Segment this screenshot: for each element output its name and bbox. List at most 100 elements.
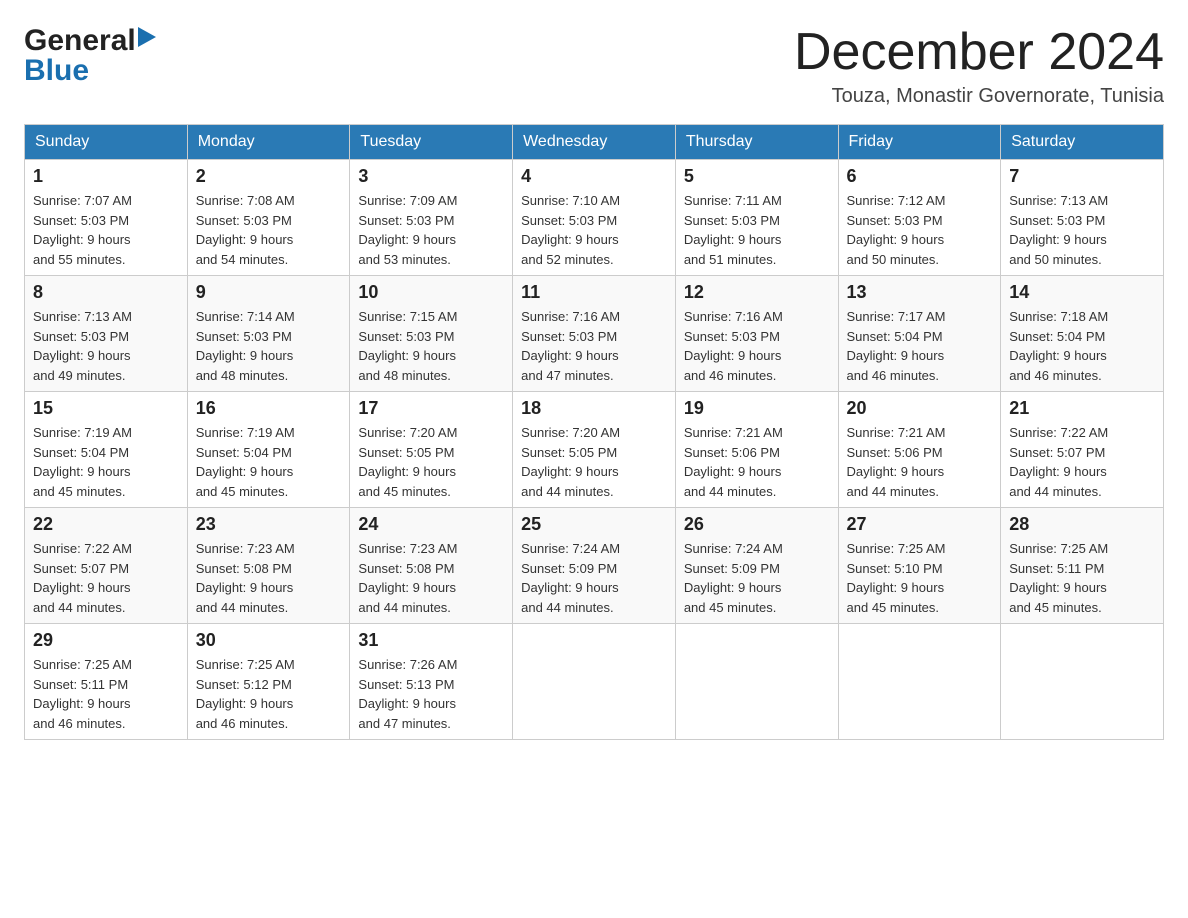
calendar-cell: 24 Sunrise: 7:23 AM Sunset: 5:08 PM Dayl… <box>350 508 513 624</box>
day-info: Sunrise: 7:20 AM Sunset: 5:05 PM Dayligh… <box>521 425 620 499</box>
day-info: Sunrise: 7:13 AM Sunset: 5:03 PM Dayligh… <box>33 309 132 383</box>
day-info: Sunrise: 7:25 AM Sunset: 5:11 PM Dayligh… <box>1009 541 1108 615</box>
day-number: 26 <box>684 514 830 535</box>
day-info: Sunrise: 7:10 AM Sunset: 5:03 PM Dayligh… <box>521 193 620 267</box>
weekday-header-saturday: Saturday <box>1001 125 1164 160</box>
day-number: 27 <box>847 514 993 535</box>
day-info: Sunrise: 7:26 AM Sunset: 5:13 PM Dayligh… <box>358 657 457 731</box>
day-number: 25 <box>521 514 667 535</box>
calendar-cell <box>838 624 1001 740</box>
calendar-cell: 7 Sunrise: 7:13 AM Sunset: 5:03 PM Dayli… <box>1001 160 1164 276</box>
logo-general-text: General <box>24 24 136 58</box>
calendar-cell: 19 Sunrise: 7:21 AM Sunset: 5:06 PM Dayl… <box>675 392 838 508</box>
day-info: Sunrise: 7:16 AM Sunset: 5:03 PM Dayligh… <box>684 309 783 383</box>
day-number: 24 <box>358 514 504 535</box>
logo: General Blue <box>24 24 156 88</box>
day-number: 30 <box>196 630 342 651</box>
calendar-cell: 5 Sunrise: 7:11 AM Sunset: 5:03 PM Dayli… <box>675 160 838 276</box>
calendar-cell: 25 Sunrise: 7:24 AM Sunset: 5:09 PM Dayl… <box>513 508 676 624</box>
calendar-cell: 23 Sunrise: 7:23 AM Sunset: 5:08 PM Dayl… <box>187 508 350 624</box>
day-number: 17 <box>358 398 504 419</box>
weekday-header-friday: Friday <box>838 125 1001 160</box>
calendar-cell: 13 Sunrise: 7:17 AM Sunset: 5:04 PM Dayl… <box>838 276 1001 392</box>
calendar-cell: 29 Sunrise: 7:25 AM Sunset: 5:11 PM Dayl… <box>25 624 188 740</box>
day-info: Sunrise: 7:14 AM Sunset: 5:03 PM Dayligh… <box>196 309 295 383</box>
day-number: 1 <box>33 166 179 187</box>
day-info: Sunrise: 7:25 AM Sunset: 5:10 PM Dayligh… <box>847 541 946 615</box>
day-number: 16 <box>196 398 342 419</box>
calendar-cell: 4 Sunrise: 7:10 AM Sunset: 5:03 PM Dayli… <box>513 160 676 276</box>
day-info: Sunrise: 7:23 AM Sunset: 5:08 PM Dayligh… <box>196 541 295 615</box>
day-number: 19 <box>684 398 830 419</box>
day-info: Sunrise: 7:08 AM Sunset: 5:03 PM Dayligh… <box>196 193 295 267</box>
day-number: 22 <box>33 514 179 535</box>
calendar-week-4: 22 Sunrise: 7:22 AM Sunset: 5:07 PM Dayl… <box>25 508 1164 624</box>
calendar-cell <box>513 624 676 740</box>
calendar-cell: 17 Sunrise: 7:20 AM Sunset: 5:05 PM Dayl… <box>350 392 513 508</box>
day-number: 20 <box>847 398 993 419</box>
day-number: 2 <box>196 166 342 187</box>
calendar-cell: 8 Sunrise: 7:13 AM Sunset: 5:03 PM Dayli… <box>25 276 188 392</box>
day-info: Sunrise: 7:24 AM Sunset: 5:09 PM Dayligh… <box>521 541 620 615</box>
calendar-cell: 16 Sunrise: 7:19 AM Sunset: 5:04 PM Dayl… <box>187 392 350 508</box>
logo-arrow-icon <box>138 27 156 52</box>
calendar-cell: 26 Sunrise: 7:24 AM Sunset: 5:09 PM Dayl… <box>675 508 838 624</box>
calendar-cell: 15 Sunrise: 7:19 AM Sunset: 5:04 PM Dayl… <box>25 392 188 508</box>
calendar-header-row: SundayMondayTuesdayWednesdayThursdayFrid… <box>25 125 1164 160</box>
day-info: Sunrise: 7:25 AM Sunset: 5:12 PM Dayligh… <box>196 657 295 731</box>
calendar-body: 1 Sunrise: 7:07 AM Sunset: 5:03 PM Dayli… <box>25 160 1164 740</box>
weekday-header-monday: Monday <box>187 125 350 160</box>
month-title: December 2024 <box>794 24 1164 81</box>
day-info: Sunrise: 7:09 AM Sunset: 5:03 PM Dayligh… <box>358 193 457 267</box>
day-info: Sunrise: 7:07 AM Sunset: 5:03 PM Dayligh… <box>33 193 132 267</box>
day-info: Sunrise: 7:24 AM Sunset: 5:09 PM Dayligh… <box>684 541 783 615</box>
location-title: Touza, Monastir Governorate, Tunisia <box>794 85 1164 108</box>
day-number: 31 <box>358 630 504 651</box>
day-number: 14 <box>1009 282 1155 303</box>
day-number: 28 <box>1009 514 1155 535</box>
day-number: 13 <box>847 282 993 303</box>
calendar-cell: 18 Sunrise: 7:20 AM Sunset: 5:05 PM Dayl… <box>513 392 676 508</box>
calendar-week-2: 8 Sunrise: 7:13 AM Sunset: 5:03 PM Dayli… <box>25 276 1164 392</box>
calendar-cell: 6 Sunrise: 7:12 AM Sunset: 5:03 PM Dayli… <box>838 160 1001 276</box>
page-header: General Blue December 2024 Touza, Monast… <box>24 24 1164 108</box>
day-info: Sunrise: 7:16 AM Sunset: 5:03 PM Dayligh… <box>521 309 620 383</box>
day-info: Sunrise: 7:20 AM Sunset: 5:05 PM Dayligh… <box>358 425 457 499</box>
day-number: 6 <box>847 166 993 187</box>
logo-blue-text: Blue <box>24 54 89 88</box>
day-info: Sunrise: 7:13 AM Sunset: 5:03 PM Dayligh… <box>1009 193 1108 267</box>
calendar-week-1: 1 Sunrise: 7:07 AM Sunset: 5:03 PM Dayli… <box>25 160 1164 276</box>
day-number: 18 <box>521 398 667 419</box>
day-info: Sunrise: 7:19 AM Sunset: 5:04 PM Dayligh… <box>33 425 132 499</box>
title-block: December 2024 Touza, Monastir Governorat… <box>794 24 1164 108</box>
day-number: 10 <box>358 282 504 303</box>
day-info: Sunrise: 7:19 AM Sunset: 5:04 PM Dayligh… <box>196 425 295 499</box>
calendar-cell: 20 Sunrise: 7:21 AM Sunset: 5:06 PM Dayl… <box>838 392 1001 508</box>
calendar-cell: 27 Sunrise: 7:25 AM Sunset: 5:10 PM Dayl… <box>838 508 1001 624</box>
day-number: 15 <box>33 398 179 419</box>
calendar-cell: 2 Sunrise: 7:08 AM Sunset: 5:03 PM Dayli… <box>187 160 350 276</box>
day-number: 4 <box>521 166 667 187</box>
calendar-cell: 11 Sunrise: 7:16 AM Sunset: 5:03 PM Dayl… <box>513 276 676 392</box>
calendar-table: SundayMondayTuesdayWednesdayThursdayFrid… <box>24 124 1164 740</box>
calendar-cell <box>675 624 838 740</box>
calendar-cell: 28 Sunrise: 7:25 AM Sunset: 5:11 PM Dayl… <box>1001 508 1164 624</box>
day-info: Sunrise: 7:18 AM Sunset: 5:04 PM Dayligh… <box>1009 309 1108 383</box>
weekday-header-tuesday: Tuesday <box>350 125 513 160</box>
weekday-header-thursday: Thursday <box>675 125 838 160</box>
day-info: Sunrise: 7:22 AM Sunset: 5:07 PM Dayligh… <box>1009 425 1108 499</box>
day-number: 5 <box>684 166 830 187</box>
calendar-cell: 9 Sunrise: 7:14 AM Sunset: 5:03 PM Dayli… <box>187 276 350 392</box>
day-info: Sunrise: 7:21 AM Sunset: 5:06 PM Dayligh… <box>847 425 946 499</box>
calendar-cell: 10 Sunrise: 7:15 AM Sunset: 5:03 PM Dayl… <box>350 276 513 392</box>
day-info: Sunrise: 7:12 AM Sunset: 5:03 PM Dayligh… <box>847 193 946 267</box>
day-info: Sunrise: 7:21 AM Sunset: 5:06 PM Dayligh… <box>684 425 783 499</box>
weekday-header-wednesday: Wednesday <box>513 125 676 160</box>
calendar-week-3: 15 Sunrise: 7:19 AM Sunset: 5:04 PM Dayl… <box>25 392 1164 508</box>
calendar-cell: 22 Sunrise: 7:22 AM Sunset: 5:07 PM Dayl… <box>25 508 188 624</box>
calendar-cell: 12 Sunrise: 7:16 AM Sunset: 5:03 PM Dayl… <box>675 276 838 392</box>
day-number: 12 <box>684 282 830 303</box>
day-number: 23 <box>196 514 342 535</box>
calendar-cell: 31 Sunrise: 7:26 AM Sunset: 5:13 PM Dayl… <box>350 624 513 740</box>
day-number: 9 <box>196 282 342 303</box>
